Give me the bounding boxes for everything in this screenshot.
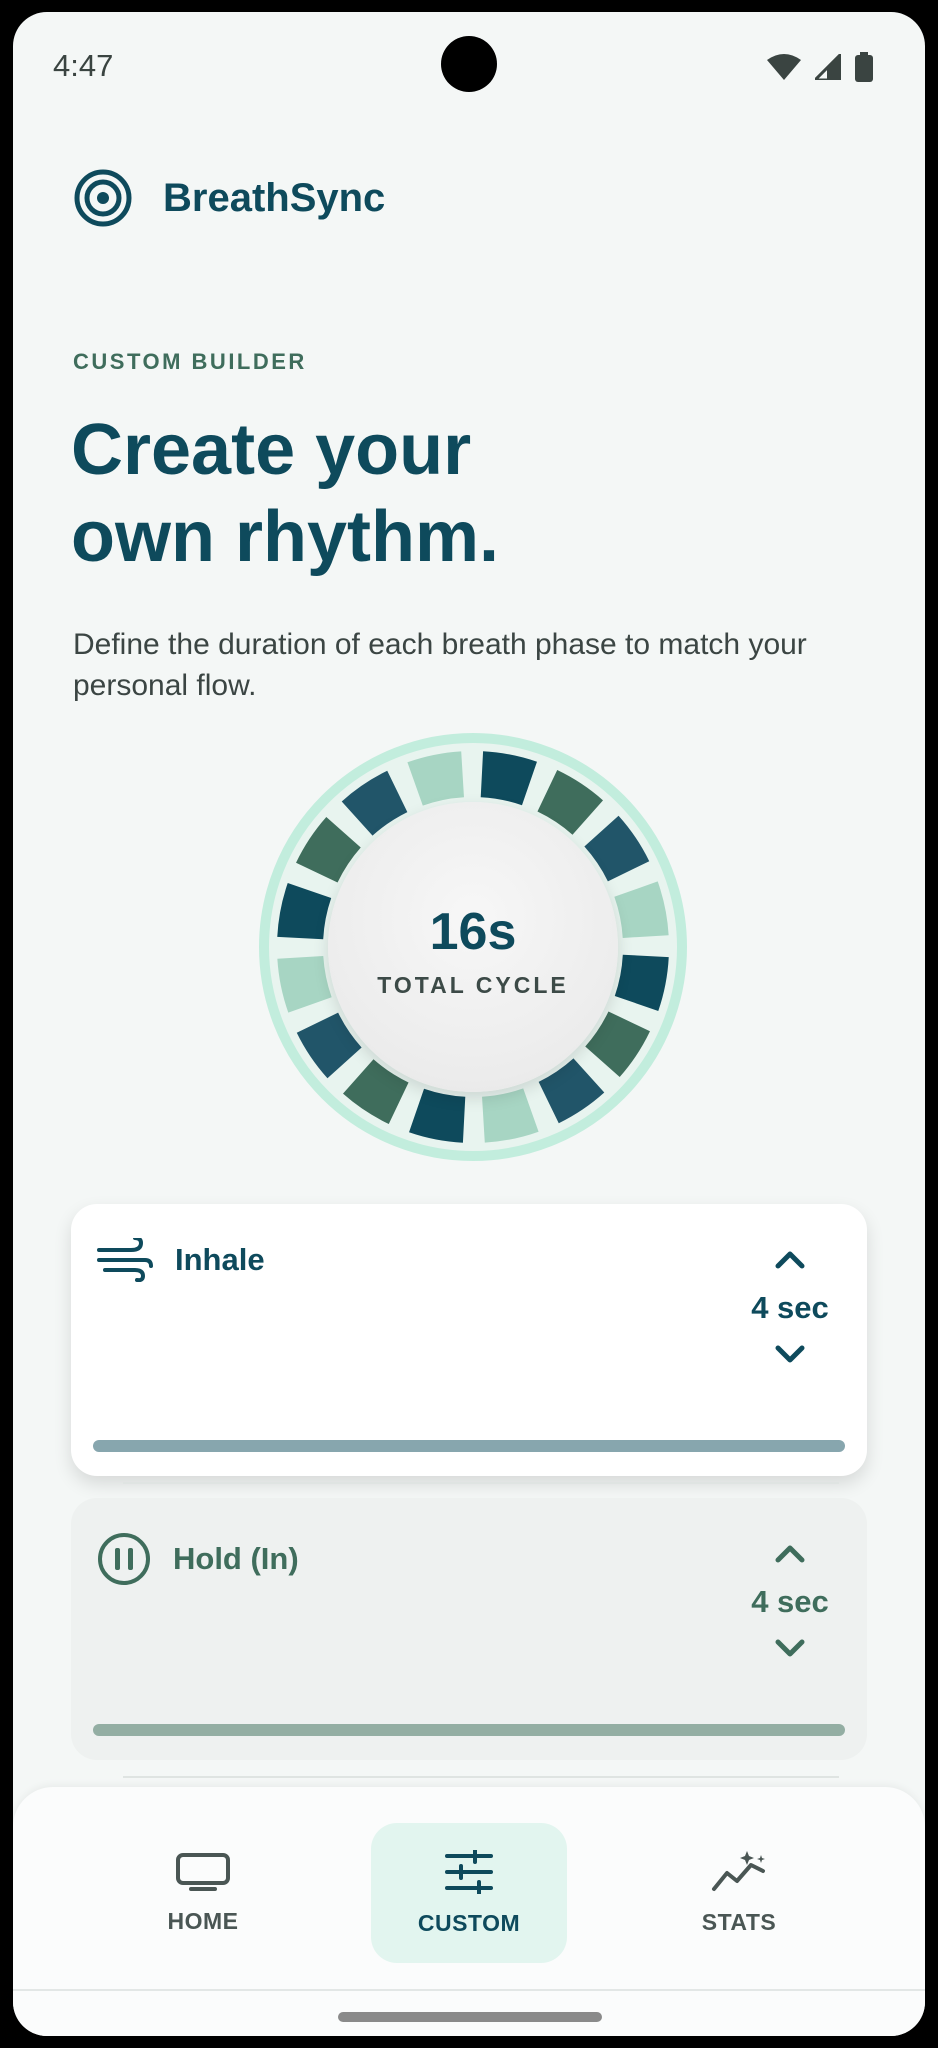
bottom-navigation: HOME CUSTOM STATS [13, 1787, 925, 2036]
nav-custom[interactable]: CUSTOM [371, 1823, 567, 1963]
chevron-down-icon [775, 1345, 805, 1363]
nav-label: STATS [701, 1908, 777, 1935]
status-time: 4:47 [53, 48, 114, 83]
page-title: Create your own rhythm. [71, 407, 771, 581]
headline-line-1: Create your [71, 410, 472, 490]
page-description: Define the duration of each breath phase… [73, 628, 807, 702]
phase-header: Inhale [97, 1238, 265, 1282]
cycle-center: 16s TOTAL CYCLE [328, 802, 618, 1092]
nav-label: HOME [167, 1907, 239, 1934]
phase-header: Hold (In) [97, 1532, 299, 1586]
chevron-up-icon [775, 1545, 805, 1563]
duration-stepper: 4 sec [735, 1242, 845, 1372]
sliders-icon [445, 1849, 493, 1894]
app-header: BreathSync [73, 168, 385, 228]
chevron-down-icon [775, 1639, 805, 1657]
increase-button[interactable] [768, 1536, 812, 1570]
nav-label: CUSTOM [417, 1909, 521, 1936]
gesture-bar[interactable] [338, 2012, 602, 2022]
increase-button[interactable] [768, 1242, 812, 1276]
phase-card-inhale[interactable]: Inhale 4 sec [71, 1204, 867, 1476]
headline-line-2: own rhythm. [71, 497, 499, 577]
target-logo-icon [74, 169, 132, 227]
decrease-button[interactable] [768, 1632, 812, 1666]
phase-name: Hold (In) [173, 1541, 299, 1576]
wind-icon [97, 1238, 153, 1282]
phase-duration: 4 sec [751, 1290, 829, 1325]
nav-stats[interactable]: STATS [641, 1823, 837, 1963]
cellular-icon [815, 54, 841, 80]
phase-card-hold-in[interactable]: Hold (In) 4 sec [71, 1498, 867, 1760]
chevron-up-icon [775, 1251, 805, 1269]
duration-slider[interactable] [93, 1724, 845, 1736]
nav-divider [13, 1989, 925, 1991]
status-icons [767, 52, 873, 82]
pause-circle-icon [98, 1533, 150, 1585]
tv-icon [176, 1852, 230, 1891]
divider [123, 1776, 839, 1778]
phase-name: Inhale [175, 1242, 265, 1277]
decrease-button[interactable] [768, 1338, 812, 1372]
nav-home[interactable]: HOME [105, 1823, 301, 1963]
section-eyebrow: CUSTOM BUILDER [73, 349, 307, 374]
app-title: BreathSync [163, 175, 386, 220]
camera-cutout [441, 36, 497, 92]
duration-slider[interactable] [93, 1440, 845, 1452]
cycle-ring: 16s TOTAL CYCLE [258, 732, 688, 1162]
sparkline-icon [712, 1850, 765, 1891]
duration-stepper: 4 sec [735, 1536, 845, 1666]
app-screen: 4:47 BreathSync CUSTOM BUILDER Create yo… [13, 12, 925, 2036]
wifi-icon [767, 54, 801, 80]
total-cycle-value: 16s [429, 902, 517, 961]
phase-duration: 4 sec [751, 1584, 829, 1619]
battery-icon [855, 52, 873, 82]
divider [123, 1482, 839, 1484]
total-cycle-label: TOTAL CYCLE [377, 971, 569, 998]
